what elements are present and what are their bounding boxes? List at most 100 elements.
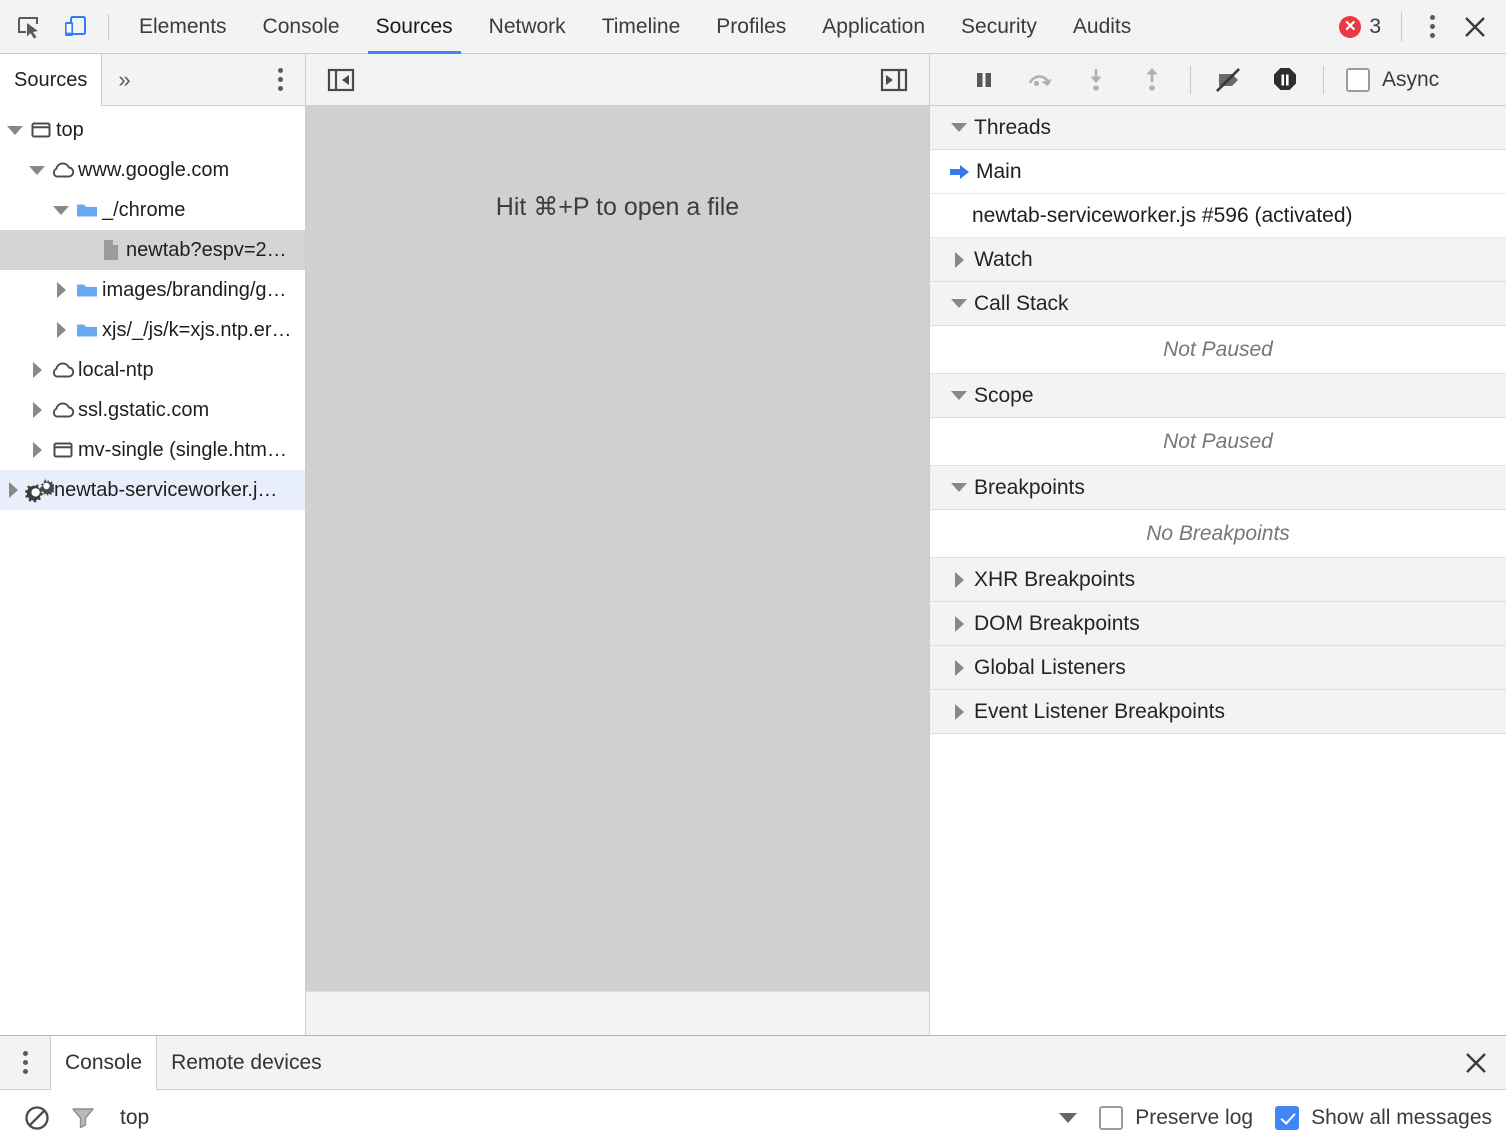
section-title: DOM Breakpoints [974, 612, 1140, 636]
tab-elements[interactable]: Elements [121, 0, 245, 54]
preserve-log-row[interactable]: Preserve log [1099, 1106, 1253, 1130]
section-header-watch[interactable]: Watch [930, 238, 1506, 282]
device-toolbar-icon [62, 14, 88, 40]
main-menu-button[interactable] [1412, 7, 1452, 47]
section-header-scope[interactable]: Scope [930, 374, 1506, 418]
twisty-collapsed-icon[interactable] [26, 442, 48, 458]
chevron-down-icon[interactable] [1059, 1113, 1077, 1123]
pause-script-execution-button[interactable] [956, 58, 1012, 102]
section-title: Call Stack [974, 292, 1069, 316]
cloud-icon [48, 159, 78, 181]
tree-item-www-google-com[interactable]: www.google.com [0, 150, 305, 190]
async-checkbox[interactable] [1346, 68, 1370, 92]
show-navigator-button[interactable] [324, 63, 358, 97]
navigator-menu-button[interactable] [278, 54, 305, 105]
step-out-button[interactable] [1124, 58, 1180, 102]
step-over-button[interactable] [1012, 58, 1068, 102]
tab-label: Console [263, 15, 340, 39]
step-into-button[interactable] [1068, 58, 1124, 102]
tab-security[interactable]: Security [943, 0, 1055, 54]
twisty-collapsed-icon[interactable] [50, 282, 72, 298]
tab-label: Security [961, 15, 1037, 39]
clear-console-icon [23, 1104, 51, 1132]
section-header-breakpoints[interactable]: Breakpoints [930, 466, 1506, 510]
toolbar-divider [1401, 12, 1402, 42]
tree-item-newtab-file[interactable]: newtab?espv=2… [0, 230, 305, 270]
preserve-log-checkbox[interactable] [1099, 1106, 1123, 1130]
filter-console-button[interactable] [60, 1095, 106, 1141]
close-drawer-button[interactable] [1446, 1036, 1506, 1089]
twisty-collapsed-icon[interactable] [2, 482, 24, 498]
drawer-tab-console[interactable]: Console [50, 1036, 157, 1090]
twisty-expanded-icon[interactable] [4, 126, 26, 135]
section-header-xhr-breakpoints[interactable]: XHR Breakpoints [930, 558, 1506, 602]
editor-empty-state[interactable]: Hit ⌘+P to open a file [306, 106, 929, 991]
section-header-global-listeners[interactable]: Global Listeners [930, 646, 1506, 690]
section-header-dom-breakpoints[interactable]: DOM Breakpoints [930, 602, 1506, 646]
twisty-expanded-icon [944, 483, 974, 492]
async-checkbox-row[interactable]: Async [1346, 68, 1439, 92]
error-count-badge[interactable]: ✕ 3 [1329, 15, 1391, 39]
tab-application[interactable]: Application [804, 0, 943, 54]
tab-audits[interactable]: Audits [1055, 0, 1149, 54]
editor-pane: Hit ⌘+P to open a file [306, 54, 930, 1035]
close-devtools-button[interactable] [1452, 4, 1498, 50]
tab-label: Elements [139, 15, 227, 39]
navigator-tab-sources[interactable]: Sources [0, 54, 102, 106]
inspect-element-button[interactable] [6, 0, 52, 54]
show-debugger-button[interactable] [877, 63, 911, 97]
tree-item-local-ntp[interactable]: local-ntp [0, 350, 305, 390]
sources-panel: Sources » top [0, 54, 1506, 1035]
tree-item-ssl-gstatic-com[interactable]: ssl.gstatic.com [0, 390, 305, 430]
drawer-tab-remote-devices[interactable]: Remote devices [157, 1036, 336, 1089]
tree-item-mv-single[interactable]: mv-single (single.htm… [0, 430, 305, 470]
tab-timeline[interactable]: Timeline [584, 0, 699, 54]
execution-context-selector[interactable]: top [120, 1106, 149, 1130]
tree-item-newtab-serviceworker[interactable]: newtab-serviceworker.j… [0, 470, 305, 510]
thread-item-serviceworker[interactable]: newtab-serviceworker.js #596 (activated) [930, 194, 1506, 238]
twisty-expanded-icon[interactable] [26, 166, 48, 175]
twisty-collapsed-icon[interactable] [26, 402, 48, 418]
scope-empty-message: Not Paused [930, 418, 1506, 466]
section-header-call-stack[interactable]: Call Stack [930, 282, 1506, 326]
drawer-menu-button[interactable] [0, 1036, 50, 1089]
pause-on-exceptions-button[interactable] [1257, 58, 1313, 102]
navigator-more-tabs-button[interactable]: » [102, 54, 146, 105]
tab-sources[interactable]: Sources [358, 0, 471, 54]
tree-item-images-branding[interactable]: images/branding/g… [0, 270, 305, 310]
tab-console[interactable]: Console [245, 0, 358, 54]
clear-console-button[interactable] [14, 1095, 60, 1141]
thread-label: Main [976, 160, 1022, 184]
show-all-messages-checkbox[interactable] [1275, 1106, 1299, 1130]
tab-label: Network [489, 15, 566, 39]
twisty-expanded-icon [944, 391, 974, 400]
tab-profiles[interactable]: Profiles [698, 0, 804, 54]
section-header-event-listener-breakpoints[interactable]: Event Listener Breakpoints [930, 690, 1506, 734]
section-header-threads[interactable]: Threads [930, 106, 1506, 150]
show-debugger-panel-icon [879, 67, 909, 93]
editor-toolbar [306, 54, 929, 106]
async-label: Async [1382, 68, 1439, 92]
toggle-device-toolbar-button[interactable] [52, 0, 98, 54]
thread-item-main[interactable]: Main [930, 150, 1506, 194]
deactivate-breakpoints-button[interactable] [1201, 58, 1257, 102]
tab-network[interactable]: Network [471, 0, 584, 54]
breakpoints-empty-message: No Breakpoints [930, 510, 1506, 558]
tree-item-chrome-folder[interactable]: _/chrome [0, 190, 305, 230]
twisty-collapsed-icon[interactable] [50, 322, 72, 338]
twisty-collapsed-icon[interactable] [26, 362, 48, 378]
inspect-element-icon [16, 14, 42, 40]
debugger-toolbar: Async [930, 54, 1506, 106]
section-title: Global Listeners [974, 656, 1126, 680]
tree-item-xjs-folder[interactable]: xjs/_/js/k=xjs.ntp.er… [0, 310, 305, 350]
twisty-expanded-icon[interactable] [50, 206, 72, 215]
tree-item-top[interactable]: top [0, 110, 305, 150]
folder-icon [72, 319, 102, 341]
kebab-menu-icon [1430, 15, 1435, 20]
cloud-icon [48, 359, 78, 381]
show-all-messages-row[interactable]: Show all messages [1275, 1106, 1492, 1130]
pause-on-exceptions-icon [1271, 66, 1299, 94]
twisty-collapsed-icon [944, 616, 974, 632]
show-navigator-panel-icon [326, 67, 356, 93]
folder-icon [72, 199, 102, 221]
